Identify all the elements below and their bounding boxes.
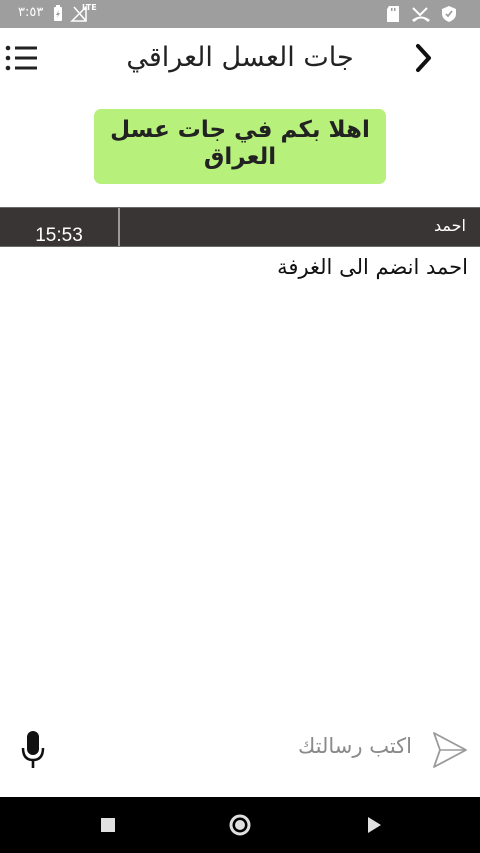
message-text: احمد انضم الى الغرفة (277, 255, 468, 279)
mic-icon[interactable] (20, 729, 46, 771)
back-triangle-icon[interactable] (362, 813, 386, 837)
home-circle-icon[interactable] (228, 813, 252, 837)
network-label: LTE (82, 3, 97, 12)
message-input[interactable] (150, 728, 414, 764)
welcome-banner: اهلا بكم في جات عسل العراق (94, 109, 386, 184)
battery-icon (54, 5, 62, 21)
message-sender[interactable]: احمد (434, 216, 466, 235)
missed-call-icon (412, 7, 430, 22)
message-header: 15:53 احمد (0, 207, 480, 247)
sd-card-icon (387, 6, 399, 22)
system-nav-bar (0, 797, 480, 853)
page-title: جات العسل العراقي (126, 42, 354, 73)
send-icon[interactable] (432, 731, 468, 769)
recents-square-icon[interactable] (96, 813, 120, 837)
status-time: ٣:٥٣ (18, 5, 44, 20)
menu-icon[interactable] (4, 44, 40, 72)
status-bar: ٣:٥٣ LTE (0, 0, 480, 28)
message-time: 15:53 (0, 208, 120, 246)
shield-icon (442, 6, 456, 22)
welcome-text: اهلا بكم في جات عسل العراق (110, 117, 370, 170)
chevron-right-icon[interactable] (408, 42, 438, 74)
